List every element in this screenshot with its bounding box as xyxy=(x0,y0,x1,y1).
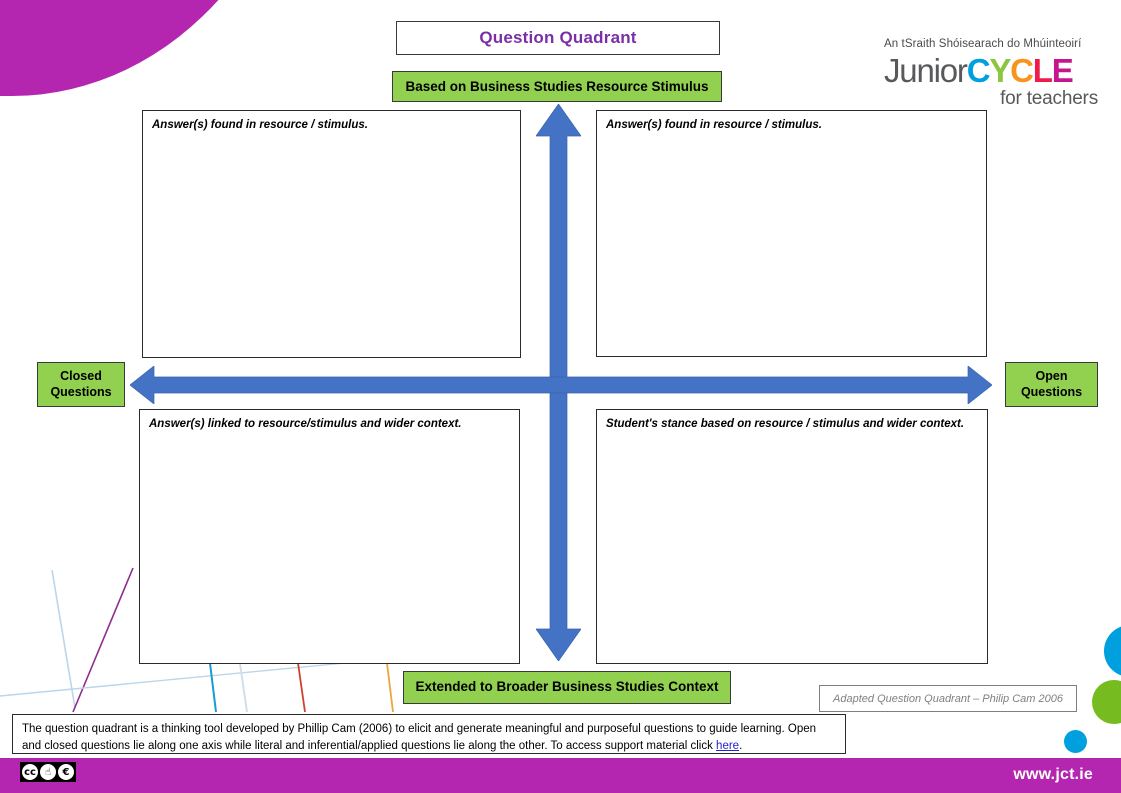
horizontal-axis-arrow xyxy=(130,366,992,404)
logo-letter-c1: C xyxy=(966,52,991,89)
question-quadrant-page: Question Quadrant Based on Business Stud… xyxy=(0,0,1121,793)
logo-tagline: for teachers xyxy=(1000,88,1098,109)
logo-letter-y: Y xyxy=(989,52,1011,89)
footer-note-part1: The question quadrant is a thinking tool… xyxy=(22,723,817,752)
page-title-text: Question Quadrant xyxy=(479,28,637,47)
logo-irish-line: An tSraith Shóisearach do Mhúinteoirí xyxy=(884,38,1082,50)
cc-icon: cc xyxy=(22,764,38,780)
axis-label-extended-text: Extended to Broader Business Studies Con… xyxy=(415,679,719,695)
page-title: Question Quadrant xyxy=(396,21,720,55)
circle-green xyxy=(1092,680,1121,724)
quadrant-top-right[interactable]: Answer(s) found in resource / stimulus. xyxy=(596,110,987,357)
logo-letter-e: E xyxy=(1051,52,1074,89)
quadrant-bottom-right[interactable]: Student's stance based on resource / sti… xyxy=(596,409,988,664)
cc-by-icon: ☝ xyxy=(40,764,56,780)
quadrant-top-left-label: Answer(s) found in resource / stimulus. xyxy=(152,119,368,131)
axis-label-open-text: Open Questions xyxy=(1020,368,1083,399)
attribution-box: Adapted Question Quadrant – Philip Cam 2… xyxy=(819,685,1077,712)
quadrant-bottom-right-label: Student's stance based on resource / sti… xyxy=(606,418,965,430)
quadrant-top-left[interactable]: Answer(s) found in resource / stimulus. xyxy=(142,110,521,358)
cc-nc-icon: € xyxy=(58,764,74,780)
support-material-link[interactable]: here xyxy=(716,740,739,752)
logo-letter-l: L xyxy=(1032,52,1053,89)
footer-note-part2: . xyxy=(739,739,743,752)
axis-label-extended-context: Extended to Broader Business Studies Con… xyxy=(403,671,731,704)
corner-magenta-shape xyxy=(0,0,312,96)
attribution-text: Adapted Question Quadrant – Philip Cam 2… xyxy=(833,692,1063,705)
page-subtitle-text: Based on Business Studies Resource Stimu… xyxy=(405,79,709,94)
quadrant-top-right-label: Answer(s) found in resource / stimulus. xyxy=(606,119,822,131)
axis-label-closed-questions: Closed Questions xyxy=(37,362,125,407)
logo-word-junior: Junior xyxy=(884,52,968,89)
footer-note-text: The question quadrant is a thinking tool… xyxy=(22,721,836,754)
bottom-bar: www.jct.ie xyxy=(0,758,1121,793)
axis-label-closed-text: Closed Questions xyxy=(50,368,112,399)
quadrant-bottom-left[interactable]: Answer(s) linked to resource/stimulus an… xyxy=(139,409,520,664)
logo-letter-c2: C xyxy=(1010,52,1034,89)
quadrant-bottom-left-label: Answer(s) linked to resource/stimulus an… xyxy=(149,418,462,430)
axis-label-open-questions: Open Questions xyxy=(1005,362,1098,407)
logo-wordmark: JuniorCYCLE xyxy=(884,54,1098,87)
creative-commons-badge: cc ☝ € xyxy=(20,762,76,782)
jct-website-url[interactable]: www.jct.ie xyxy=(1013,766,1093,784)
footer-note-box: The question quadrant is a thinking tool… xyxy=(12,714,846,754)
circle-blue-large xyxy=(1104,625,1121,677)
page-subtitle: Based on Business Studies Resource Stimu… xyxy=(392,71,722,102)
circle-blue-small xyxy=(1064,730,1087,753)
